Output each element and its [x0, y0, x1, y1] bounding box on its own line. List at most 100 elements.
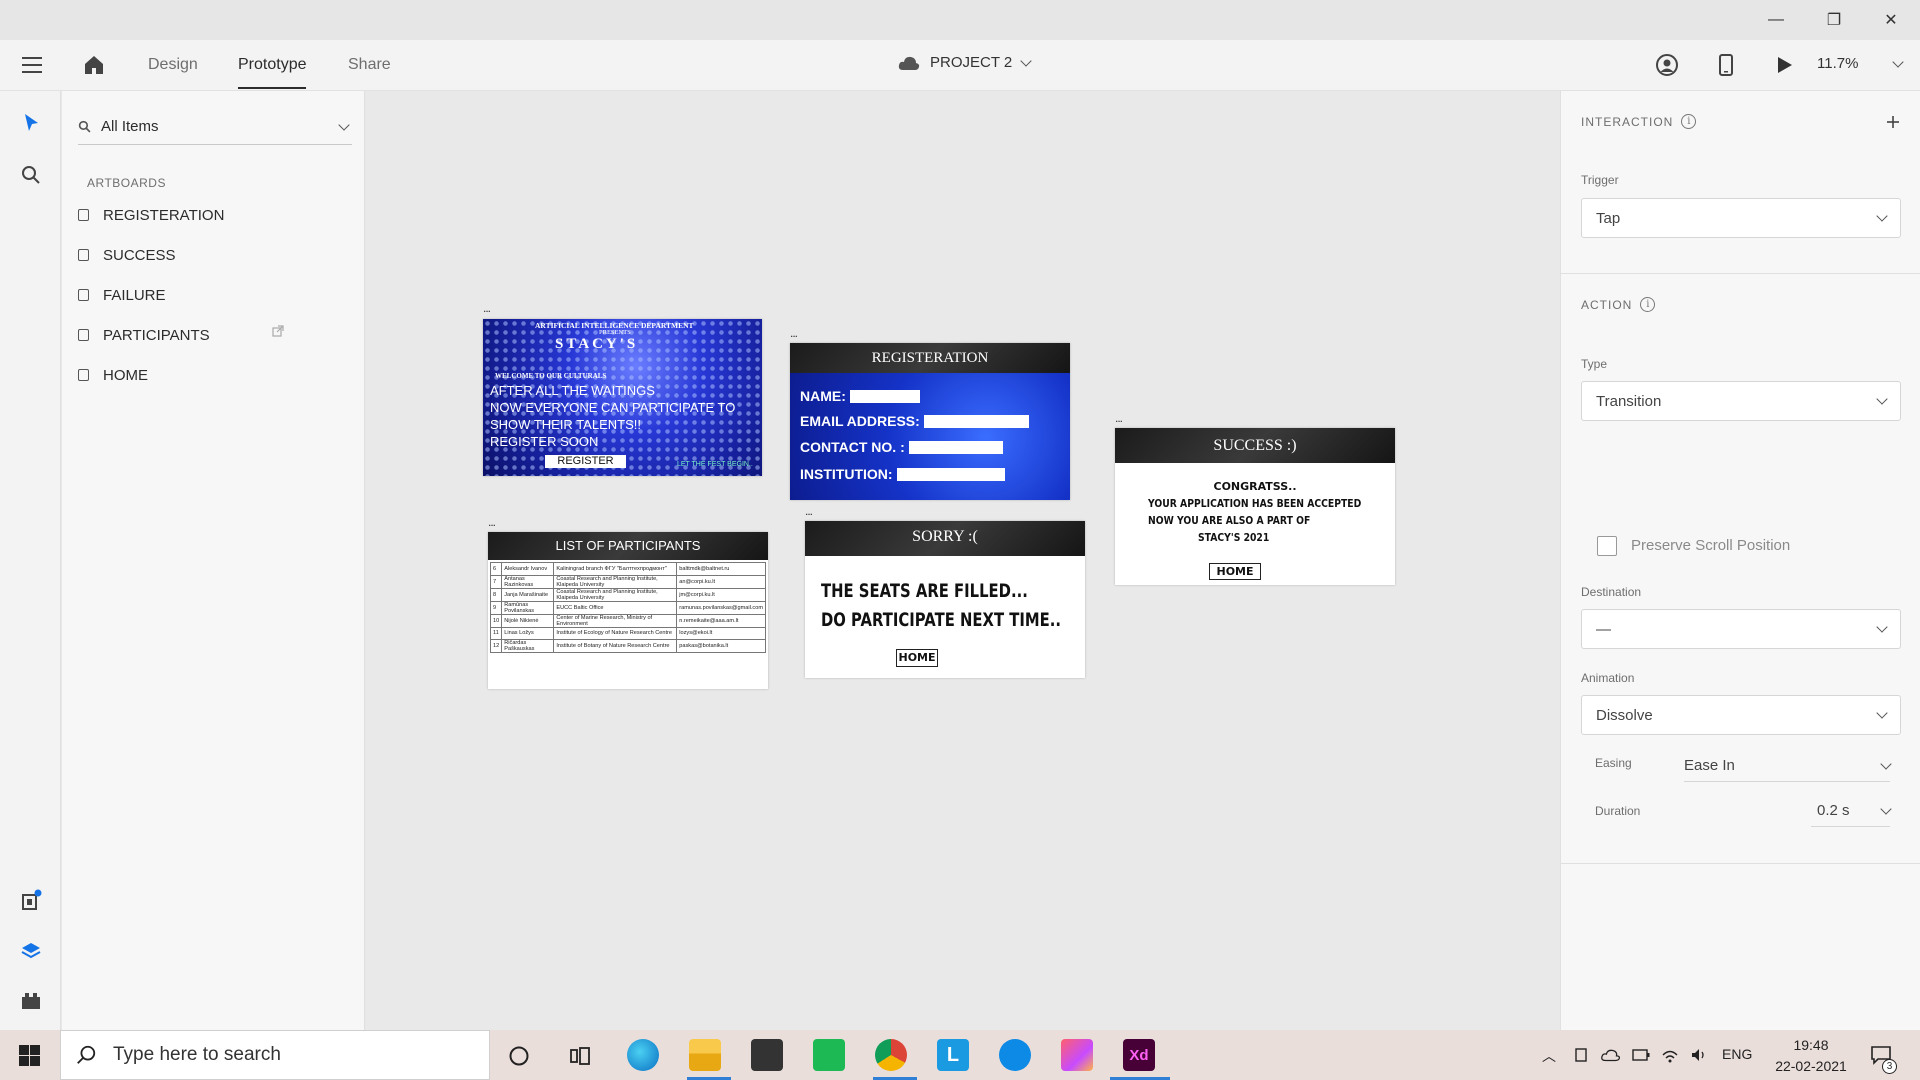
- battery-icon[interactable]: [1632, 1049, 1650, 1061]
- table-row: 9 Ramūnas Povilanskas EUCC Baltic Office ra…: [489, 600, 766, 615]
- artboard-marker[interactable]: ...: [790, 326, 798, 340]
- play-preview-icon[interactable]: [1772, 53, 1796, 77]
- edge-icon[interactable]: [627, 1039, 659, 1071]
- preserve-scroll-checkbox[interactable]: [1597, 536, 1617, 556]
- zoom-level[interactable]: 11.7%: [1817, 55, 1858, 72]
- external-link-icon[interactable]: [272, 325, 284, 337]
- artboard-icon: [78, 369, 89, 381]
- destination-dropdown[interactable]: —: [1581, 609, 1901, 649]
- table-cell: Institute of Ecology of Nature Research …: [553, 626, 678, 640]
- artboard-participants[interactable]: LIST OF PARTICIPANTS 6 Aleksandr Ivanov Ka…: [488, 532, 768, 689]
- artboard-marker[interactable]: ...: [488, 515, 496, 529]
- layers-icon[interactable]: [19, 939, 43, 963]
- success-home-button[interactable]: HOME: [1209, 563, 1261, 580]
- artboard-marker[interactable]: ...: [1115, 411, 1123, 425]
- email-label: EMAIL ADDRESS:: [800, 413, 920, 429]
- table-cell: jm@corpi.ku.lt: [676, 587, 766, 602]
- table-cell: 9: [489, 600, 503, 615]
- microsoft-store-icon[interactable]: [751, 1039, 783, 1071]
- layers-filter[interactable]: All Items: [78, 109, 352, 145]
- contact-field: CONTACT NO. :: [800, 439, 1003, 455]
- cortana-app-icon[interactable]: [999, 1039, 1031, 1071]
- onedrive-icon[interactable]: [1601, 1047, 1621, 1063]
- lightroom-l-icon[interactable]: L: [937, 1039, 969, 1071]
- artboard-home[interactable]: ARTIFICIAL INTELLIGENCE DEPARTMENT PRESE…: [483, 319, 762, 476]
- artboard-marker[interactable]: ...: [483, 301, 491, 315]
- home-icon[interactable]: [82, 53, 106, 77]
- volume-icon[interactable]: [1690, 1046, 1708, 1064]
- taskbar-search-box[interactable]: Type here to search: [60, 1030, 490, 1080]
- failure-home-button[interactable]: HOME: [896, 649, 938, 667]
- table-cell: Antanas Razinkovas: [501, 574, 555, 589]
- task-view-icon[interactable]: [569, 1045, 591, 1067]
- search-icon[interactable]: [19, 163, 43, 187]
- spotify-icon[interactable]: [813, 1039, 845, 1071]
- trigger-dropdown[interactable]: Tap: [1581, 198, 1901, 238]
- artboard-success[interactable]: SUCCESS :) CONGRATSS.. YOUR APPLICATION …: [1115, 428, 1395, 585]
- preserve-scroll-label: Preserve Scroll Position: [1631, 537, 1791, 554]
- table-cell: Ričardas Paškauskas: [501, 639, 555, 653]
- layers-filter-value: All Items: [101, 118, 159, 135]
- clock-date: 22-02-2021: [1775, 1058, 1847, 1074]
- table-cell: Institute of Botany of Nature Research C…: [553, 639, 678, 653]
- plugins-icon[interactable]: [19, 989, 43, 1013]
- tab-design[interactable]: Design: [148, 56, 198, 74]
- minimize-button[interactable]: —: [1747, 0, 1805, 40]
- register-button[interactable]: REGISTER: [545, 455, 626, 468]
- contact-input[interactable]: [908, 440, 1003, 454]
- design-canvas[interactable]: ... ARTIFICIAL INTELLIGENCE DEPARTMENT P…: [366, 91, 1560, 1030]
- creative-cloud-icon[interactable]: [1061, 1039, 1093, 1071]
- project-switcher[interactable]: PROJECT 2: [898, 54, 1032, 71]
- tab-share[interactable]: Share: [348, 56, 391, 74]
- animation-dropdown[interactable]: Dissolve: [1581, 695, 1901, 735]
- zoom-chevron-icon[interactable]: [1892, 56, 1904, 68]
- layer-item-label: REGISTERATION: [103, 206, 225, 224]
- institution-field: INSTITUTION:: [800, 466, 1005, 482]
- layer-item-home[interactable]: HOME: [78, 360, 348, 390]
- layer-item-participants[interactable]: PARTICIPANTS: [78, 320, 348, 350]
- layer-item-failure[interactable]: FAILURE: [78, 280, 348, 310]
- taskbar-clock[interactable]: 19:48 22-02-2021: [1768, 1035, 1854, 1077]
- info-icon[interactable]: i: [1640, 297, 1656, 312]
- restore-button[interactable]: ❐: [1805, 0, 1863, 40]
- layers-panel: All Items ARTBOARDS REGISTERATION SUCCES…: [62, 91, 365, 1030]
- trigger-value: Tap: [1596, 209, 1621, 227]
- add-interaction-icon[interactable]: [1886, 115, 1900, 129]
- device-preview-icon[interactable]: [1714, 53, 1738, 77]
- type-dropdown[interactable]: Transition: [1581, 381, 1901, 421]
- duration-dropdown[interactable]: 0.2 s: [1811, 795, 1892, 827]
- institution-input[interactable]: [896, 467, 1005, 481]
- cortana-icon[interactable]: [508, 1045, 530, 1067]
- layer-item-registeration[interactable]: REGISTERATION: [78, 200, 348, 230]
- easing-dropdown[interactable]: Ease In: [1684, 750, 1892, 782]
- artboard-registeration[interactable]: REGISTERATION NAME: EMAIL ADDRESS: CONTA…: [790, 343, 1070, 500]
- share-user-icon[interactable]: [1655, 53, 1679, 77]
- tray-chevron-icon[interactable]: ︿: [1542, 1046, 1556, 1066]
- layer-item-label: HOME: [103, 366, 148, 384]
- artboard-marker[interactable]: ...: [805, 504, 813, 518]
- assets-icon[interactable]: [19, 889, 43, 913]
- artboard-failure[interactable]: SORRY :( THE SEATS ARE FILLED... DO PART…: [805, 521, 1085, 678]
- table-cell: 12: [489, 639, 503, 653]
- close-button[interactable]: ✕: [1862, 0, 1920, 40]
- language-indicator[interactable]: ENG: [1722, 1046, 1752, 1062]
- tab-prototype[interactable]: Prototype: [238, 56, 307, 89]
- select-arrow-icon[interactable]: [19, 111, 43, 135]
- windows-start-icon[interactable]: [19, 1045, 40, 1066]
- name-label: NAME:: [800, 388, 846, 404]
- wifi-icon[interactable]: [1661, 1046, 1679, 1064]
- email-input[interactable]: [923, 414, 1029, 428]
- device-tray-icon[interactable]: [1573, 1047, 1589, 1063]
- table-row: 8 Janja Marašinaite Coastal Research and P…: [489, 587, 766, 602]
- layer-item-success[interactable]: SUCCESS: [78, 240, 348, 270]
- chevron-down-icon: [1876, 210, 1888, 222]
- duration-label: Duration: [1595, 804, 1641, 818]
- type-value: Transition: [1596, 392, 1662, 410]
- name-input[interactable]: [849, 389, 920, 403]
- file-explorer-icon[interactable]: [689, 1039, 721, 1071]
- hamburger-menu-icon[interactable]: [22, 57, 42, 73]
- adobe-xd-icon[interactable]: Xd: [1123, 1039, 1155, 1071]
- info-icon[interactable]: i: [1681, 114, 1697, 129]
- chevron-down-icon: [1880, 802, 1892, 815]
- chrome-icon[interactable]: [875, 1039, 907, 1071]
